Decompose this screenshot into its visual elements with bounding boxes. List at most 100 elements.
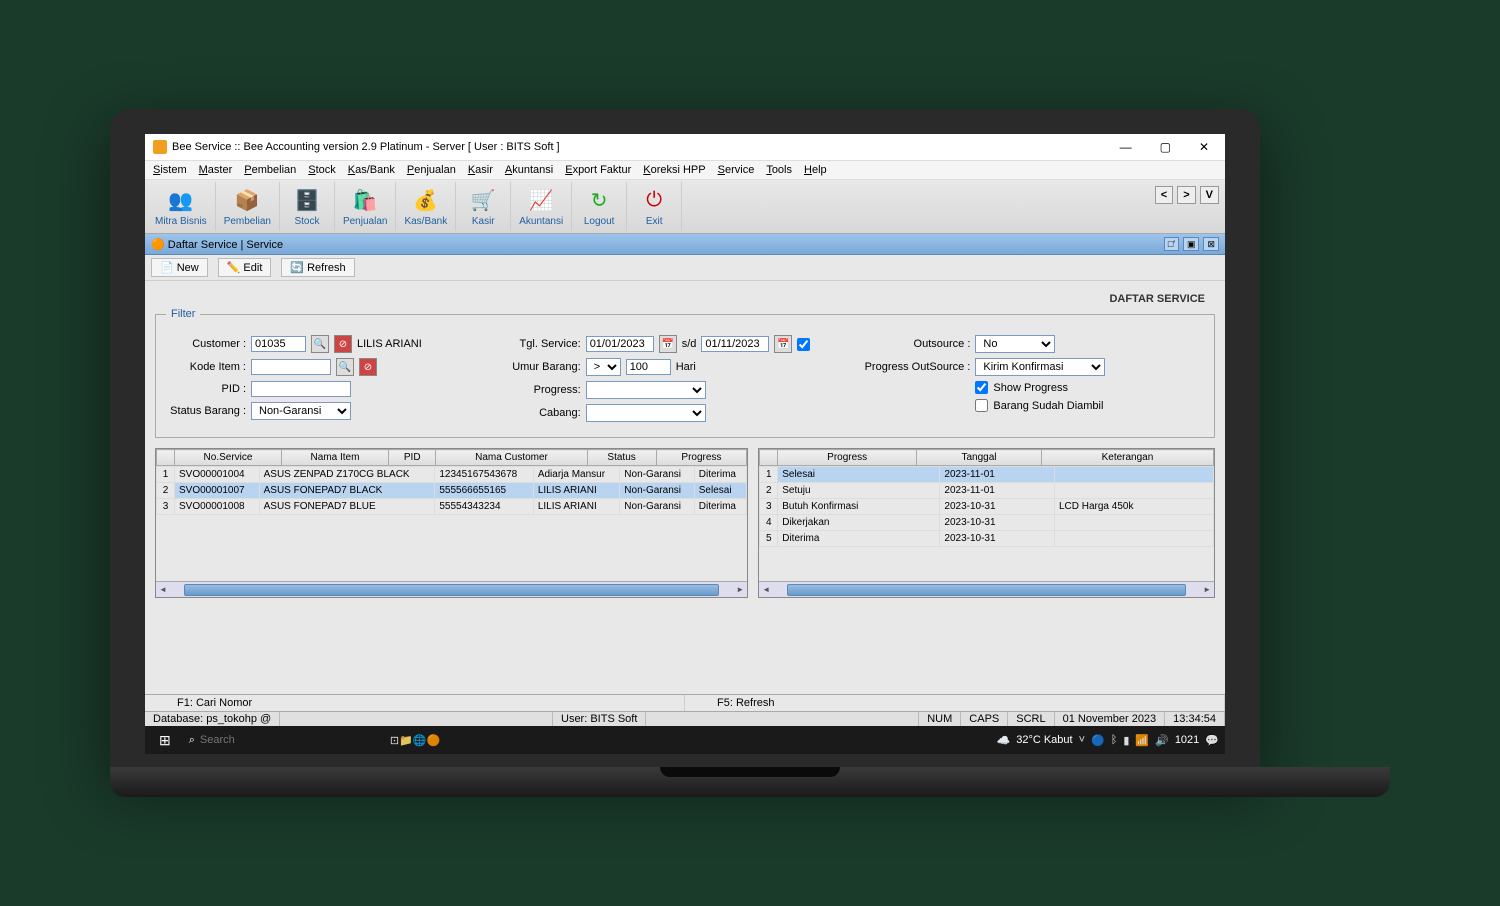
filter-panel: Filter Customer : 🔍 ⊘ LILIS ARIANI Kode … <box>155 314 1215 438</box>
task-view-icon[interactable]: ⊡ <box>390 734 399 747</box>
chrome-icon[interactable]: 🌐 <box>413 734 427 747</box>
pid-label: PID : <box>166 383 246 395</box>
tray-item[interactable]: 🔵 <box>1091 734 1105 747</box>
toolbar-stock[interactable]: 🗄️Stock <box>280 182 335 231</box>
menu-help[interactable]: Help <box>804 164 827 176</box>
toolbar-penjualan[interactable]: 🛍️Penjualan <box>335 182 396 231</box>
po-select[interactable]: Kirim Konfirmasi <box>975 358 1105 376</box>
user-status: User: BITS Soft <box>553 712 646 726</box>
notifications-icon[interactable]: 💬 <box>1205 734 1219 747</box>
table-row[interactable]: 2SVO00001007ASUS FONEPAD7 BLACK555566655… <box>157 483 747 499</box>
calendar-from-icon[interactable]: 📅 <box>659 335 677 353</box>
outsource-select[interactable]: No <box>975 335 1055 353</box>
progress-select[interactable] <box>586 381 706 399</box>
menu-service[interactable]: Service <box>718 164 755 176</box>
menubar: Sistem Master Pembelian Stock Kas/Bank Penjua… <box>145 161 1225 180</box>
tgl-from-input[interactable] <box>586 336 654 352</box>
toolbar-logout[interactable]: ↻Logout <box>572 182 627 231</box>
customer-clear-icon[interactable]: ⊘ <box>334 335 352 353</box>
umur-op-select[interactable]: > <box>586 358 621 376</box>
item-clear-icon[interactable]: ⊘ <box>359 358 377 376</box>
customer-label: Customer : <box>166 338 246 350</box>
table-row[interactable]: 3SVO00001008ASUS FONEPAD7 BLUE5555434323… <box>157 499 747 515</box>
menu-kasir[interactable]: Kasir <box>468 164 493 176</box>
cabang-label: Cabang: <box>501 407 581 419</box>
hscrollbar-right[interactable] <box>759 581 1214 597</box>
show-progress-checkbox[interactable] <box>975 381 988 394</box>
maximize-button[interactable]: ▢ <box>1152 138 1179 156</box>
menu-penjualan[interactable]: Penjualan <box>407 164 456 176</box>
f5-hint: F5: Refresh <box>717 697 774 709</box>
refresh-button[interactable]: 🔄 Refresh <box>281 258 354 277</box>
status-select[interactable]: Non-Garansi <box>251 402 351 420</box>
bluetooth-icon[interactable]: ᛒ <box>1111 734 1118 746</box>
tgl-to-input[interactable] <box>701 336 769 352</box>
minimize-button[interactable]: — <box>1112 138 1140 156</box>
taskbar-search-input[interactable] <box>200 734 320 746</box>
cabang-select[interactable] <box>586 404 706 422</box>
menu-sistem[interactable]: Sistem <box>153 164 187 176</box>
table-row[interactable]: 5Diterima2023-10-31 <box>760 531 1214 547</box>
subwindow-title: Daftar Service | Service <box>168 239 283 251</box>
menu-exportfaktur[interactable]: Export Faktur <box>565 164 631 176</box>
tgl-enable-checkbox[interactable] <box>797 338 810 351</box>
hscrollbar-left[interactable] <box>156 581 747 597</box>
scrl-indicator: SCRL <box>1008 712 1054 726</box>
app-icon <box>153 140 167 154</box>
customer-input[interactable] <box>251 336 306 352</box>
wifi-icon[interactable]: 📶 <box>1135 734 1149 747</box>
chevron-up-icon[interactable]: ˅ <box>1079 734 1085 746</box>
umur-label: Umur Barang: <box>501 361 581 373</box>
table-row[interactable]: 2Setuju2023-11-01 <box>760 483 1214 499</box>
pid-input[interactable] <box>251 381 351 397</box>
view-toggle-button[interactable]: V <box>1200 186 1219 204</box>
menu-kasbank[interactable]: Kas/Bank <box>348 164 395 176</box>
toolbar-kasir[interactable]: 🛒Kasir <box>456 182 511 231</box>
weather-icon[interactable]: ☁️ <box>997 734 1011 747</box>
subwindow-close[interactable]: ⊠ <box>1203 237 1219 251</box>
status-label: Status Barang : <box>166 405 246 417</box>
edit-button[interactable]: ✏️ Edit <box>218 258 272 277</box>
table-row[interactable]: 1Selesai2023-11-01 <box>760 467 1214 483</box>
search-icon: ⌕ <box>189 734 195 747</box>
subwindow-maximize[interactable]: ▣ <box>1183 237 1200 251</box>
table-row[interactable]: 1SVO00001004ASUS ZENPAD Z170CG BLACK1234… <box>157 467 747 483</box>
progress-label: Progress: <box>501 384 581 396</box>
subwindow-minimize[interactable]: □′ <box>1164 237 1179 251</box>
menu-tools[interactable]: Tools <box>766 164 792 176</box>
toolbar-akuntansi[interactable]: 📈Akuntansi <box>511 182 572 231</box>
function-key-bar: F1: Cari Nomor F5: Refresh <box>145 694 1225 711</box>
app-taskbar-icon[interactable]: 🟠 <box>427 734 441 747</box>
toolbar-kasbank[interactable]: 💰Kas/Bank <box>396 182 456 231</box>
kode-item-input[interactable] <box>251 359 331 375</box>
menu-pembelian[interactable]: Pembelian <box>244 164 296 176</box>
toolbar-pembelian[interactable]: 📦Pembelian <box>216 182 280 231</box>
umur-unit: Hari <box>676 361 696 373</box>
statusbar: Database: ps_tokohp @ User: BITS Soft NU… <box>145 711 1225 726</box>
menu-koreksihpp[interactable]: Koreksi HPP <box>643 164 705 176</box>
calendar-to-icon[interactable]: 📅 <box>774 335 792 353</box>
toolbar-exit[interactable]: ⏻Exit <box>627 182 682 231</box>
table-row[interactable]: 3Butuh Konfirmasi2023-10-31LCD Harga 450… <box>760 499 1214 515</box>
battery-icon[interactable]: ▮ <box>1123 734 1129 747</box>
panel-title: DAFTAR SERVICE <box>155 289 1215 309</box>
explorer-icon[interactable]: 📁 <box>399 734 413 747</box>
nav-next-button[interactable]: > <box>1177 186 1195 204</box>
customer-search-icon[interactable]: 🔍 <box>311 335 329 353</box>
umur-input[interactable] <box>626 359 671 375</box>
taskbar-search[interactable]: ⌕ <box>179 734 330 747</box>
table-row[interactable]: 4Dikerjakan2023-10-31 <box>760 515 1214 531</box>
close-button[interactable]: ✕ <box>1191 138 1217 156</box>
item-search-icon[interactable]: 🔍 <box>336 358 354 376</box>
nav-prev-button[interactable]: < <box>1155 186 1173 204</box>
toolbar-mitrabisnis[interactable]: 👥Mitra Bisnis <box>147 182 216 231</box>
volume-icon[interactable]: 🔊 <box>1155 734 1169 747</box>
tgl-sep: s/d <box>682 338 697 350</box>
barang-ambil-checkbox[interactable] <box>975 399 988 412</box>
menu-akuntansi[interactable]: Akuntansi <box>505 164 553 176</box>
start-button[interactable]: ⊞ <box>151 732 179 749</box>
menu-master[interactable]: Master <box>199 164 233 176</box>
menu-stock[interactable]: Stock <box>308 164 336 176</box>
customer-name: LILIS ARIANI <box>357 338 422 350</box>
new-button[interactable]: 📄 New <box>151 258 208 277</box>
